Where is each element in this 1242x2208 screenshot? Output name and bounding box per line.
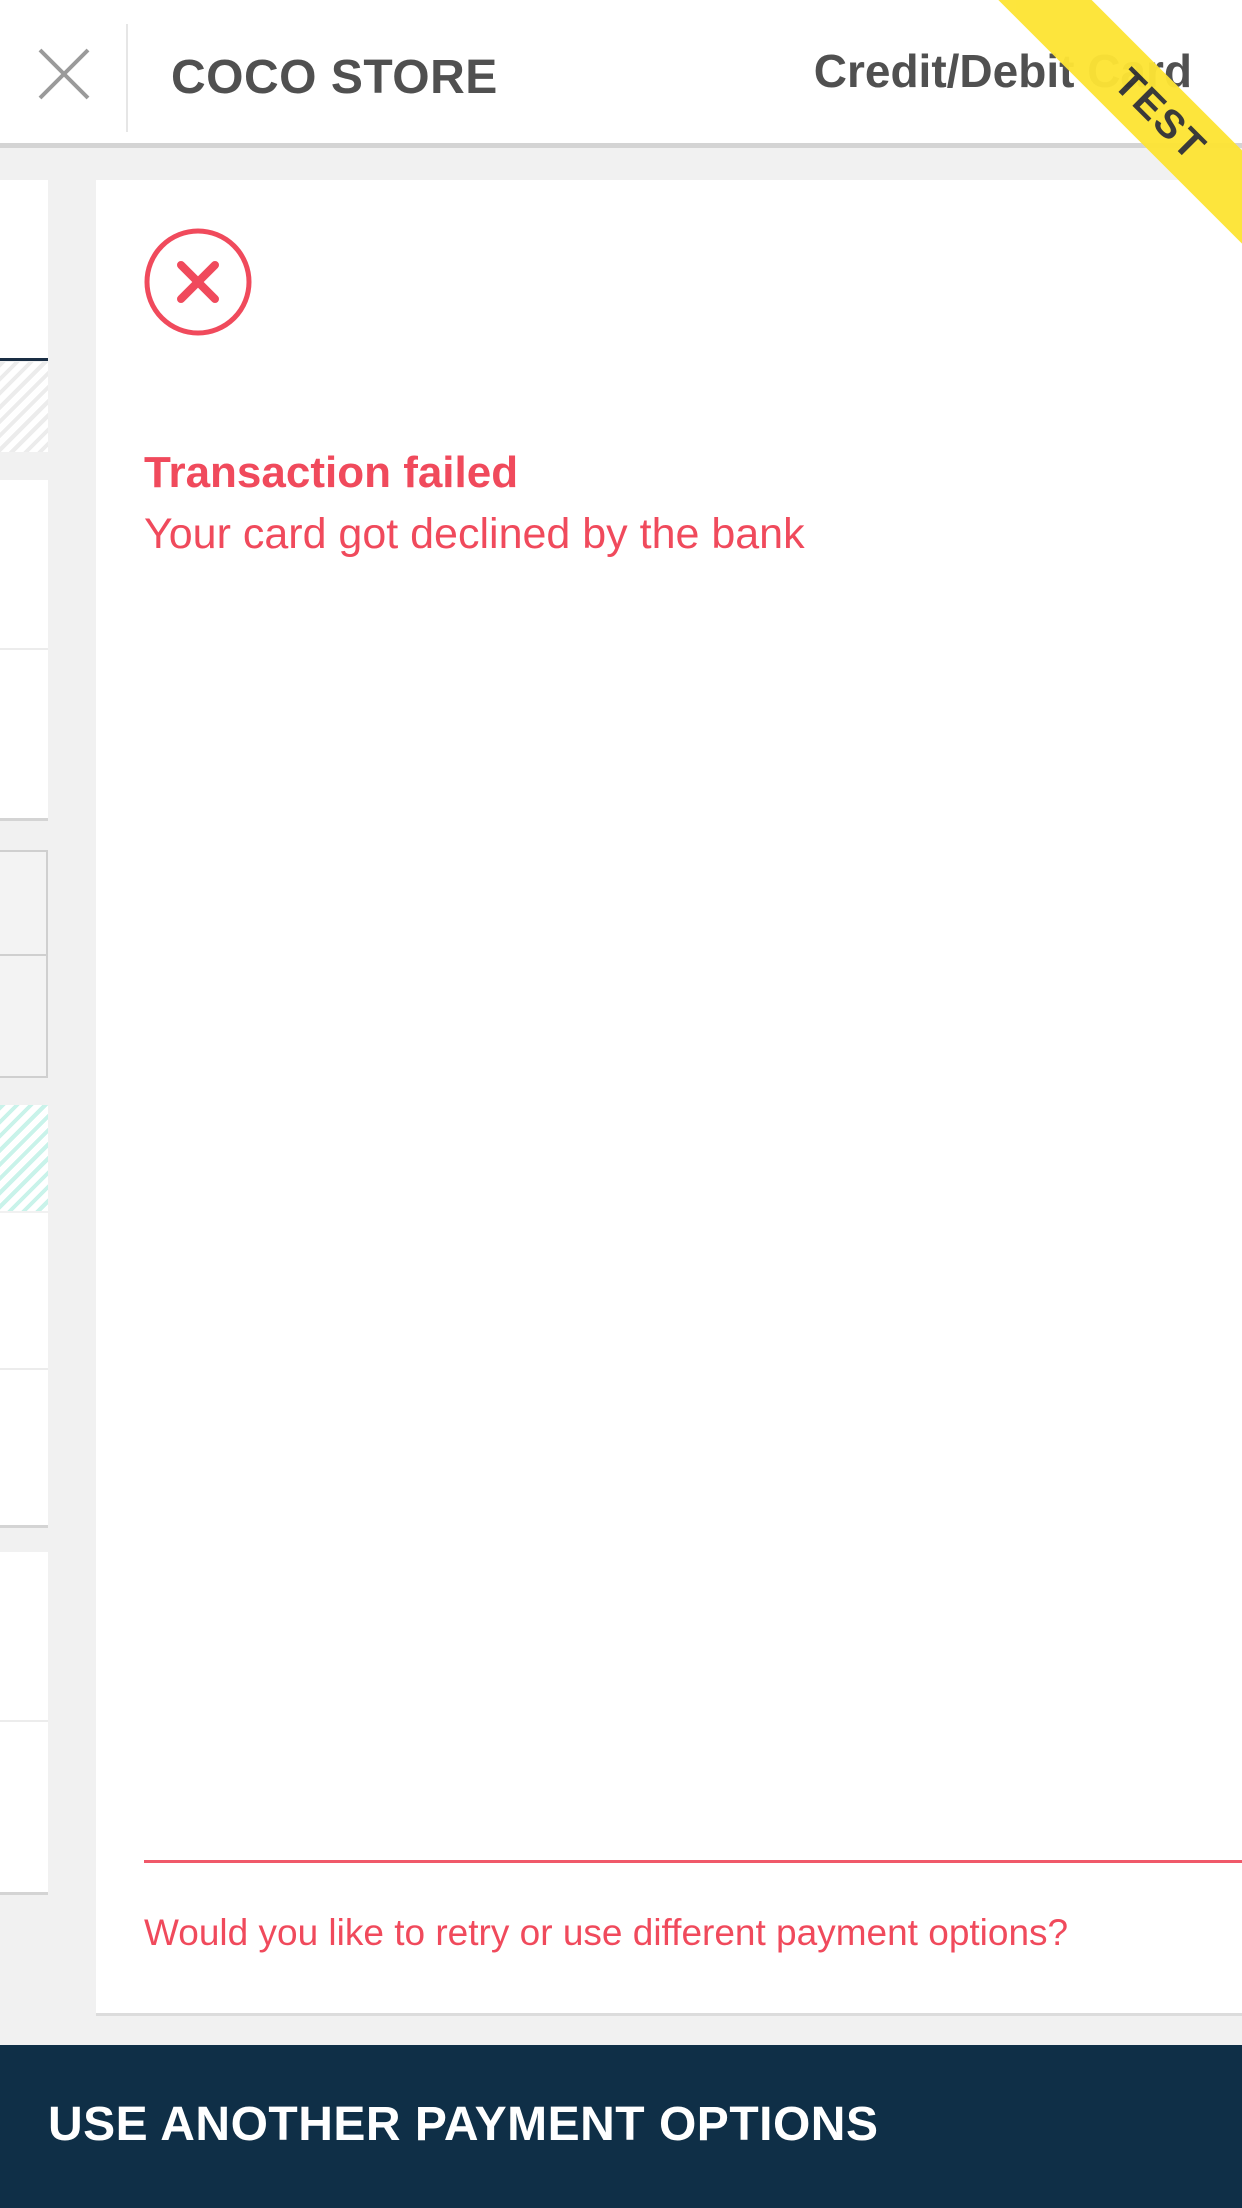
retry-prompt-text: Would you like to retry or use different… xyxy=(144,1912,1069,1953)
transaction-failed-title: Transaction failed xyxy=(144,448,519,497)
bg-form-block xyxy=(0,180,48,361)
payment-method-title: Credit/Debit Card xyxy=(813,45,1192,97)
bg-hatched-green-block xyxy=(0,1105,48,1211)
use-another-payment-button[interactable]: USE ANOTHER PAYMENT OPTIONS xyxy=(0,2045,1242,2208)
bg-input-block xyxy=(0,956,48,1078)
bg-hatched-block xyxy=(0,362,48,452)
header-divider xyxy=(126,24,128,132)
transaction-result-panel: Transaction failed Your card got decline… xyxy=(96,180,1242,2016)
bg-form-block xyxy=(0,650,48,821)
close-button[interactable] xyxy=(20,30,108,118)
bg-form-block xyxy=(0,1213,48,1370)
divider xyxy=(144,1860,1242,1863)
error-circle-icon xyxy=(144,228,252,336)
store-name: COCO STORE xyxy=(171,51,498,104)
checkout-header: COCO STORE Credit/Debit Card xyxy=(0,0,1242,148)
use-another-payment-label: USE ANOTHER PAYMENT OPTIONS xyxy=(48,2098,879,2151)
bg-input-block xyxy=(0,850,48,956)
decline-message: Your card got declined by the bank xyxy=(144,510,805,558)
close-icon xyxy=(38,48,90,100)
bg-form-block xyxy=(0,1722,48,1895)
bg-form-block xyxy=(0,480,48,650)
bg-form-block xyxy=(0,1552,48,1722)
background-form-strip xyxy=(0,180,48,1900)
bg-form-block xyxy=(0,1370,48,1528)
